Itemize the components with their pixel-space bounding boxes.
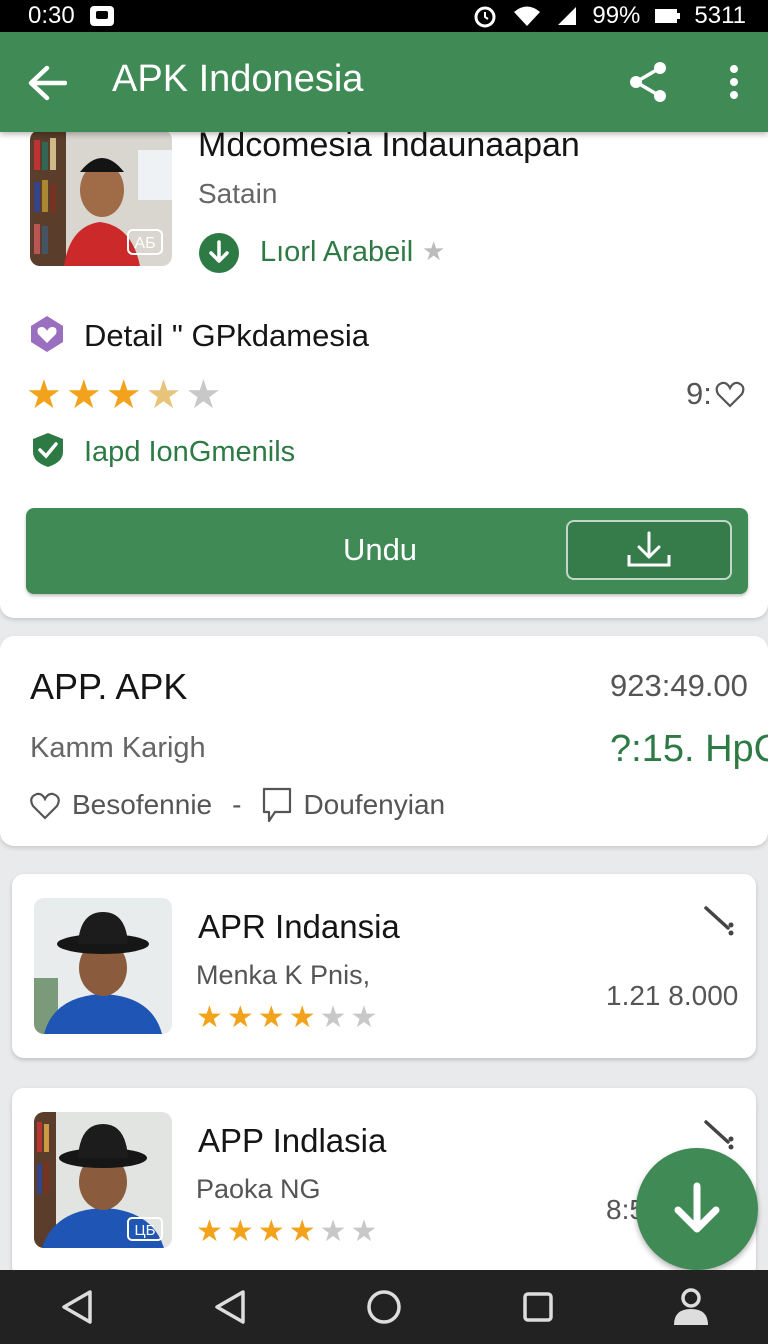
app-info-subtitle: Kamm Karigh — [30, 732, 206, 764]
list-item-title: APP Indlasia — [198, 1122, 387, 1159]
alarm-icon — [472, 3, 498, 29]
detail-title: Detail " GPkdamesia — [84, 318, 369, 353]
star-half-icon: ★ — [145, 373, 182, 417]
star-icon: ★ — [422, 236, 446, 266]
list-item-subtitle: Menka K Pnis, — [196, 960, 371, 990]
avatar-badge: ЦБ — [135, 1222, 156, 1239]
notification-icon — [89, 5, 115, 27]
star-full-icon: ★ — [226, 1215, 254, 1248]
favorite-count[interactable]: 9: — [686, 376, 746, 412]
rating-stars: ★ ★ ★ ★ ★ ★ — [196, 1000, 377, 1035]
star-empty-icon: ★ — [350, 1215, 378, 1248]
star-full-icon: ★ — [65, 373, 102, 417]
star-empty-icon: ★ — [319, 1001, 347, 1034]
heart-outline-icon — [30, 792, 60, 820]
battery-icon — [654, 6, 681, 26]
app-info-green-value: ?:15. HpC — [610, 728, 768, 770]
signal-off-icon[interactable] — [702, 904, 736, 938]
star-empty-icon: ★ — [185, 373, 222, 417]
app-bar: APK Indonesia — [0, 32, 768, 132]
heart-badge-icon — [28, 314, 66, 354]
app-info-card: APP. APK 923:49.00 Kamm Karigh ?:15. HpC… — [0, 636, 768, 846]
star-full-icon: ★ — [196, 1001, 223, 1034]
rating-stars: ★ ★ ★ ★ ★ — [26, 372, 221, 418]
star-empty-icon: ★ — [350, 1001, 378, 1034]
star-full-icon: ★ — [105, 373, 142, 417]
cell-signal-icon — [556, 5, 578, 27]
rating-stars: ★ ★ ★ ★ ★ ★ — [196, 1214, 377, 1249]
arrow-back-icon — [28, 65, 67, 101]
download-tray-icon — [627, 531, 671, 567]
favorite-count-text: 9: — [686, 376, 712, 411]
app-avatar — [34, 898, 172, 1034]
more-vert-icon — [730, 65, 738, 99]
share-button[interactable] — [622, 56, 674, 108]
page-title: APK Indonesia — [112, 58, 364, 100]
battery-percent: 99% — [592, 2, 641, 29]
circle-home-icon — [367, 1290, 401, 1324]
app-info-price: 923:49.00 — [610, 668, 748, 703]
status-time: 0:30 — [28, 2, 75, 29]
action-separator: - — [232, 789, 242, 820]
triangle-back-icon — [62, 1290, 92, 1324]
back-button[interactable] — [22, 58, 72, 108]
star-full-icon: ★ — [257, 1001, 285, 1034]
star-full-icon: ★ — [196, 1215, 223, 1248]
download-circle-icon[interactable] — [198, 232, 240, 274]
heart-outline-icon — [715, 381, 745, 408]
share-icon — [630, 62, 666, 102]
list-item-title: APR Indansia — [198, 908, 400, 945]
avatar-badge: AБ — [134, 235, 155, 252]
featured-app-card: AБ Mdcomesia Indaunaapan Satain Lıorl Ar… — [0, 110, 768, 618]
download-icon-button[interactable] — [566, 520, 732, 580]
signal-off-icon[interactable] — [702, 1118, 736, 1152]
star-full-icon: ★ — [288, 1001, 316, 1034]
wifi-icon — [512, 4, 542, 28]
verified-check-icon — [30, 432, 66, 468]
verified-label: Iapd IonGmenils — [84, 436, 296, 468]
star-full-icon: ★ — [288, 1215, 316, 1248]
star-full-icon: ★ — [226, 1001, 254, 1034]
download-label[interactable]: Lıorl Arabeil — [260, 236, 413, 269]
app-info-title: APP. APK — [30, 666, 188, 707]
star-full-icon: ★ — [257, 1215, 285, 1248]
app-avatar: AБ — [30, 130, 172, 266]
nav-back-button[interactable] — [47, 1277, 107, 1337]
nav-recents-button[interactable] — [508, 1277, 568, 1337]
square-recents-icon — [522, 1292, 553, 1322]
star-full-icon: ★ — [26, 373, 62, 417]
status-extra: 5311 — [694, 2, 746, 29]
comment-icon — [263, 787, 292, 823]
comment-action[interactable]: Doufenyian — [303, 789, 445, 821]
list-item[interactable]: APR Indansia Menka K Pnis, ★ ★ ★ ★ ★ ★ 1… — [12, 874, 756, 1058]
nav-account-button[interactable] — [661, 1277, 721, 1337]
download-fab[interactable] — [636, 1148, 758, 1270]
favorite-action[interactable]: Besofennie — [72, 789, 212, 821]
triangle-back-icon — [215, 1290, 246, 1324]
status-bar: 0:30 99% 5311 — [0, 0, 768, 32]
list-item-subtitle: Paoka NG — [196, 1174, 321, 1204]
more-options-button[interactable] — [712, 56, 756, 108]
nav-home-button[interactable] — [354, 1277, 414, 1337]
person-icon — [674, 1288, 709, 1325]
app-info-actions: Besofennie - Doufenyian — [28, 786, 445, 824]
system-nav-bar — [0, 1270, 768, 1344]
app-avatar: ЦБ — [34, 1112, 172, 1248]
star-empty-icon: ★ — [319, 1215, 347, 1248]
list-item-value: 1.21 8.000 — [606, 980, 739, 1011]
arrow-down-icon — [674, 1182, 720, 1233]
nav-back-button-2[interactable] — [200, 1277, 260, 1337]
download-button[interactable]: Undu — [26, 508, 748, 594]
app-subtitle: Satain — [198, 178, 278, 209]
